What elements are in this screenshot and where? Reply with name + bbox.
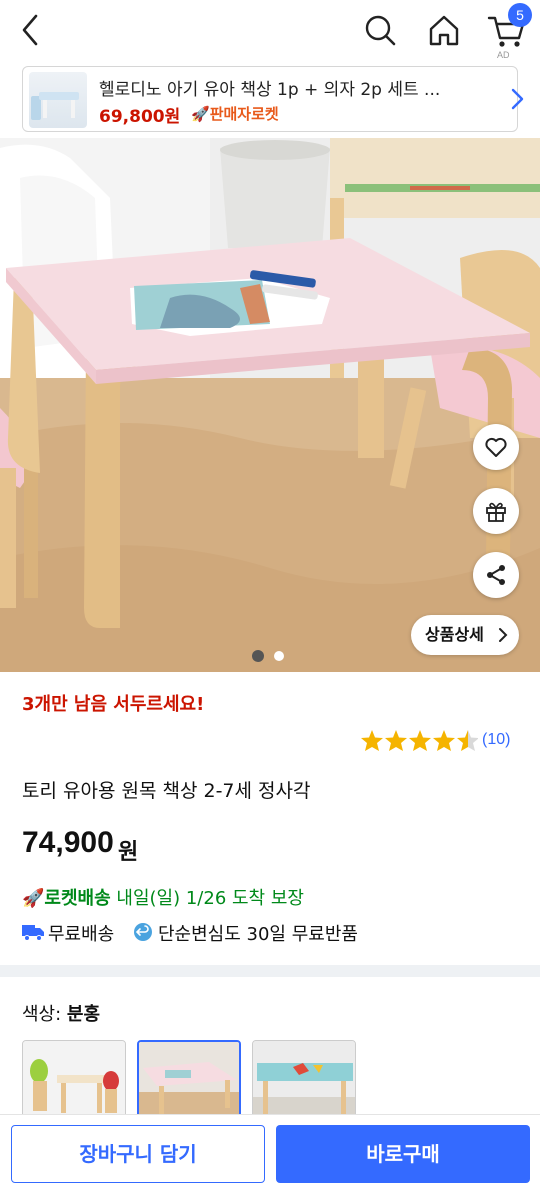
free-return-label: 단순변심도 30일 무료반품 xyxy=(158,924,358,945)
rating-stars[interactable] xyxy=(360,729,479,753)
gift-button[interactable] xyxy=(473,488,519,534)
banner-product-price: 69,800원 xyxy=(99,107,181,127)
star-icon xyxy=(409,730,431,751)
chevron-right-icon xyxy=(499,628,508,642)
free-shipping-label: 무료배송 xyxy=(48,924,115,945)
top-nav-bar: 5 AD xyxy=(0,0,540,62)
carousel-dot-active[interactable] xyxy=(252,650,264,662)
back-arrow-icon[interactable] xyxy=(14,12,50,48)
chevron-right-icon[interactable] xyxy=(507,87,527,111)
wishlist-heart-button[interactable] xyxy=(473,424,519,470)
seller-rocket-badge: 🚀판매자로켓 xyxy=(191,103,279,124)
heart-icon xyxy=(485,437,507,457)
ad-mark: AD xyxy=(497,50,510,60)
product-detail-label: 상품상세 xyxy=(425,625,484,644)
delivery-date: 내일(일) 1/26 도착 보장 xyxy=(116,888,304,909)
add-to-cart-button[interactable]: 장바구니 담기 xyxy=(11,1125,265,1183)
review-count-link[interactable]: (10) xyxy=(482,731,510,749)
stock-notice: 3개만 남음 서두르세요! xyxy=(22,694,205,715)
return-icon xyxy=(134,923,152,941)
product-image-carousel[interactable] xyxy=(0,138,540,672)
color-option-label: 색상: 분홍 xyxy=(22,1000,100,1026)
shipping-info: 무료배송 단순변심도 30일 무료반품 xyxy=(22,920,522,946)
color-swatch-selected[interactable] xyxy=(137,1040,241,1118)
banner-product-thumbnail xyxy=(29,72,87,128)
color-swatch[interactable] xyxy=(22,1040,126,1118)
buy-now-button[interactable]: 바로구매 xyxy=(276,1125,530,1183)
color-label-text: 색상: xyxy=(22,1004,62,1025)
product-title: 토리 유아용 원목 책상 2-7세 정사각 xyxy=(22,780,311,802)
section-divider xyxy=(0,965,540,977)
product-price: 74,900 xyxy=(22,826,114,859)
truck-icon xyxy=(22,925,44,941)
bottom-action-bar: 장바구니 담기 바로구매 xyxy=(0,1114,540,1193)
home-icon[interactable] xyxy=(424,10,464,50)
search-icon[interactable] xyxy=(360,10,400,50)
cart-count-badge[interactable]: 5 xyxy=(508,3,532,27)
seller-rocket-label: 판매자로켓 xyxy=(209,105,279,123)
share-button[interactable] xyxy=(473,552,519,598)
gift-icon xyxy=(486,502,506,522)
star-icon xyxy=(361,730,383,751)
selected-color: 분홍 xyxy=(66,1004,101,1025)
rocket-icon: 🚀 xyxy=(191,105,210,123)
half-star-icon xyxy=(457,730,479,751)
color-swatch[interactable] xyxy=(252,1040,356,1118)
rocket-icon: 🚀 xyxy=(22,888,45,909)
carousel-dot[interactable] xyxy=(274,651,284,661)
rocket-delivery-label: 로켓배송 xyxy=(44,888,111,909)
banner-product-title: 헬로디노 아기 유아 책상 1p + 의자 2p 세트 ... xyxy=(99,80,441,100)
product-detail-button[interactable]: 상품상세 xyxy=(411,615,519,655)
product-photo xyxy=(0,138,540,672)
star-icon xyxy=(433,730,455,751)
share-icon xyxy=(487,565,505,585)
price-unit: 원 xyxy=(118,840,139,865)
recommended-product-banner[interactable]: 헬로디노 아기 유아 책상 1p + 의자 2p 세트 ... 69,800원 … xyxy=(22,66,524,132)
star-icon xyxy=(385,730,407,751)
rocket-delivery-info: 🚀로켓배송 내일(일) 1/26 도착 보장 xyxy=(22,884,304,910)
